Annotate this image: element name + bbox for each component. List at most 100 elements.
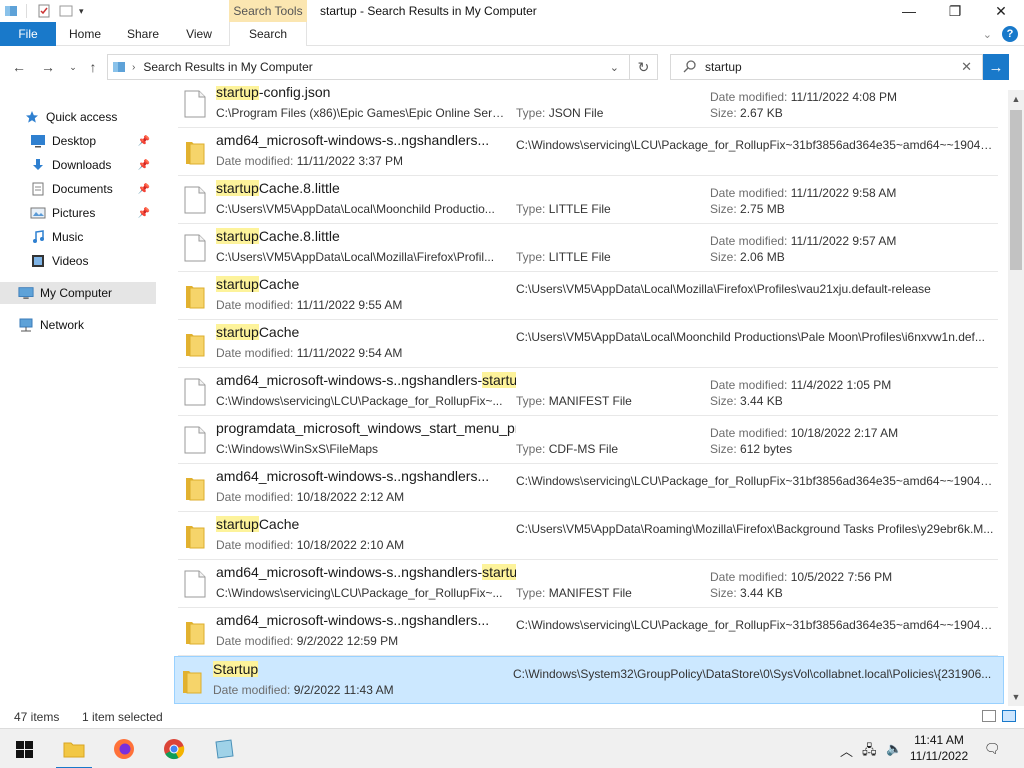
customize-toolbar-icon[interactable]: ▾ (79, 6, 84, 17)
maximize-button[interactable]: ❐ (932, 0, 978, 22)
type-value: LITTLE File (548, 202, 611, 216)
result-row[interactable]: amd64_microsoft-windows-s..ngshandlers..… (178, 128, 998, 176)
result-row[interactable]: amd64_microsoft-windows-s..ngshandlers-s… (178, 560, 998, 608)
file-icon (184, 234, 206, 262)
pin-icon[interactable]: 📌 (138, 184, 150, 195)
content-view-icon[interactable] (1002, 710, 1016, 722)
sidebar-item-desktop[interactable]: Desktop 📌 (0, 130, 156, 152)
sidebar-item-my-computer[interactable]: My Computer (0, 282, 156, 304)
size-label: Size: (710, 394, 737, 408)
ribbon-right-controls: ⌄ ? (983, 26, 1018, 42)
result-row[interactable]: startup-config.json C:\Program Files (x86… (178, 86, 998, 128)
folder-icon (184, 138, 206, 166)
refresh-button[interactable]: ↻ (630, 54, 658, 80)
result-size: Size: 612 bytes (710, 442, 792, 456)
tab-view[interactable]: View (176, 22, 222, 46)
clear-search-icon[interactable]: ✕ (961, 59, 972, 75)
date-value: 11/11/2022 9:55 AM (296, 298, 403, 312)
name-suffix: Cache.8.little (258, 228, 340, 244)
result-row[interactable]: amd64_microsoft-windows-s..ngshandlers..… (178, 464, 998, 512)
taskbar-firefox[interactable] (100, 729, 148, 768)
breadcrumb[interactable]: Search Results in My Computer (143, 60, 312, 74)
date-value: 10/5/2022 7:56 PM (790, 570, 893, 584)
breadcrumb-chevron-icon[interactable]: › (132, 62, 135, 73)
type-label: Type: (516, 394, 546, 408)
size-label: Size: (710, 202, 737, 216)
tab-home[interactable]: Home (60, 22, 110, 46)
volume-icon[interactable]: 🔈 (886, 741, 902, 757)
forward-button[interactable]: → (37, 57, 59, 77)
name-prefix: amd64_microsoft-windows-s..ngshandlers..… (216, 132, 490, 148)
new-folder-icon[interactable] (59, 4, 73, 18)
result-row[interactable]: startupCache.8.little C:\Users\VM5\AppDat… (178, 176, 998, 224)
firefox-icon (114, 739, 134, 759)
start-button[interactable] (0, 729, 48, 768)
address-dropdown-icon[interactable]: ⌄ (610, 61, 619, 74)
pin-icon[interactable]: 📌 (138, 208, 150, 219)
result-row[interactable]: startupCache Date modified: 10/18/2022 2:… (178, 512, 998, 560)
sidebar-item-documents[interactable]: Documents 📌 (0, 178, 156, 200)
scroll-up-icon[interactable]: ▲ (1008, 92, 1024, 106)
sidebar-item-downloads[interactable]: Downloads 📌 (0, 154, 156, 176)
close-button[interactable]: ✕ (978, 0, 1024, 22)
taskbar-clock[interactable]: 11:41 AM 11/11/2022 (902, 732, 976, 764)
expand-ribbon-icon[interactable]: ⌄ (983, 28, 992, 41)
result-date: Date modified: 9/2/2022 12:59 PM (216, 634, 398, 648)
result-row[interactable]: startupCache Date modified: 11/11/2022 9:… (178, 320, 998, 368)
explorer-app-icon[interactable] (4, 4, 18, 18)
pin-icon[interactable]: 📌 (138, 136, 150, 147)
scrollbar-thumb[interactable] (1010, 110, 1022, 270)
taskbar-file-explorer[interactable] (50, 729, 98, 768)
search-highlight: startup (216, 324, 259, 340)
type-label: Type: (516, 202, 546, 216)
result-path: C:\Windows\System32\GroupPolicy\DataStor… (513, 667, 992, 681)
sidebar-item-network[interactable]: Network (0, 314, 156, 336)
show-hidden-icons-icon[interactable]: ︿ (840, 741, 853, 760)
taskbar-chrome[interactable] (150, 729, 198, 768)
result-row[interactable]: amd64_microsoft-windows-s..ngshandlers-s… (178, 368, 998, 416)
sidebar-item-videos[interactable]: Videos (0, 250, 156, 272)
search-input[interactable] (705, 60, 945, 74)
result-row[interactable]: startupCache Date modified: 11/11/2022 9:… (178, 272, 998, 320)
search-box[interactable]: ✕ (670, 54, 983, 80)
sidebar-item-quick-access[interactable]: Quick access (0, 106, 156, 128)
recent-locations-icon[interactable]: ⌄ (62, 57, 84, 77)
star-icon (24, 109, 40, 125)
scroll-down-icon[interactable]: ▼ (1008, 690, 1024, 704)
search-go-button[interactable]: → (983, 54, 1009, 80)
back-button[interactable]: ← (8, 57, 30, 77)
help-icon[interactable]: ? (1002, 26, 1018, 42)
date-label: Date modified: (710, 570, 788, 584)
tab-share[interactable]: Share (118, 22, 168, 46)
pin-icon[interactable]: 📌 (138, 160, 150, 171)
result-size: Size: 2.67 KB (710, 106, 783, 120)
result-row[interactable]: programdata_microsoft_windows_start_menu… (178, 416, 998, 464)
tab-file[interactable]: File (0, 22, 56, 46)
date-value: 9/2/2022 12:59 PM (296, 634, 399, 648)
result-row[interactable]: Startup Date modified: 9/2/2022 11:43 AM C… (174, 656, 1004, 704)
result-date: Date modified: 10/18/2022 2:17 AM (710, 426, 898, 440)
documents-icon (30, 181, 46, 197)
properties-icon[interactable] (37, 4, 51, 18)
sidebar-item-music[interactable]: Music (0, 226, 156, 248)
result-path: C:\Users\VM5\AppData\Local\Moonchild Pro… (516, 330, 985, 344)
up-button[interactable]: ↑ (82, 57, 104, 77)
network-status-icon[interactable]: 🖧 (862, 741, 877, 763)
search-highlight: startup (216, 276, 259, 292)
details-view-icon[interactable] (982, 710, 996, 722)
result-name: amd64_microsoft-windows-s..ngshandlers-s… (216, 564, 516, 580)
address-bar[interactable]: › Search Results in My Computer ⌄ (107, 54, 630, 80)
result-name: startupCache (216, 324, 299, 340)
sidebar-item-pictures[interactable]: Pictures 📌 (0, 202, 156, 224)
date-value: 9/2/2022 11:43 AM (293, 683, 394, 697)
result-row[interactable]: amd64_microsoft-windows-s..ngshandlers..… (178, 608, 998, 656)
notifications-icon[interactable]: 🗨 (984, 741, 1001, 757)
tab-search[interactable]: Search (229, 22, 307, 46)
date-label: Date modified: (710, 234, 788, 248)
name-suffix: Cache (258, 276, 300, 292)
result-row[interactable]: startupCache.8.little C:\Users\VM5\AppDat… (178, 224, 998, 272)
vertical-scrollbar[interactable]: ▲ ▼ (1008, 90, 1024, 706)
minimize-button[interactable]: — (886, 0, 932, 22)
taskbar-app[interactable] (200, 729, 248, 768)
file-icon (184, 378, 206, 406)
